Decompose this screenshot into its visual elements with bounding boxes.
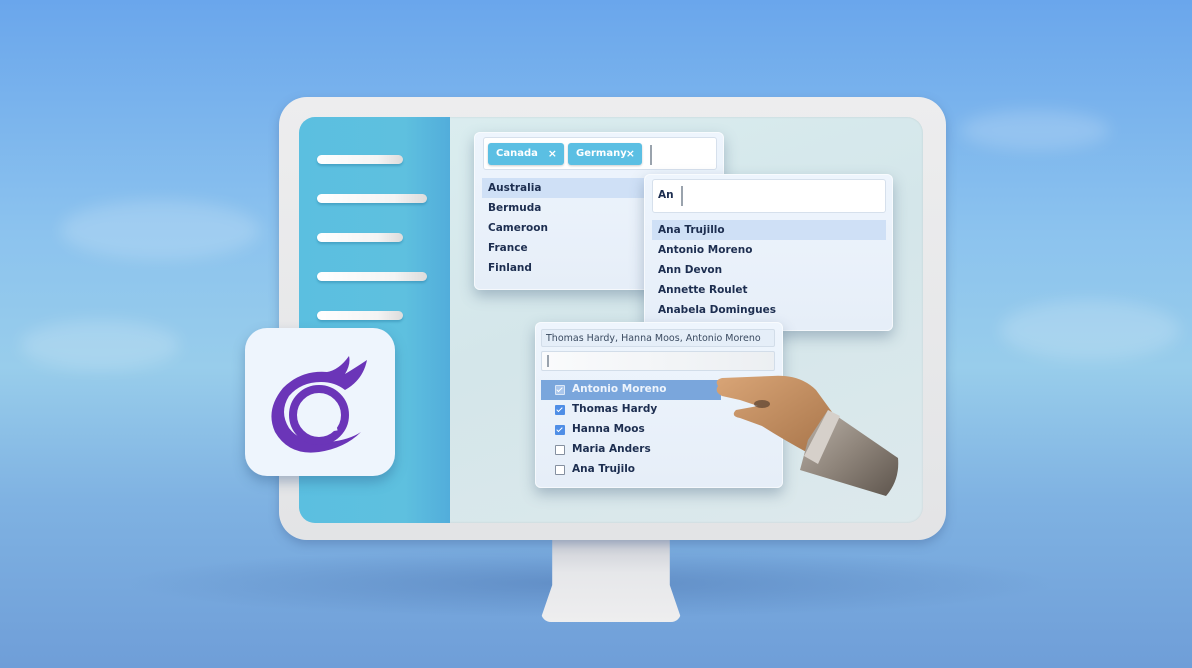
- autocomplete-input[interactable]: An: [652, 179, 886, 213]
- checkbox-unchecked-icon[interactable]: [555, 445, 565, 455]
- checkbox-option[interactable]: Antonio Moreno: [541, 380, 721, 400]
- sidebar-item[interactable]: [317, 194, 427, 203]
- checkbox-checked-icon[interactable]: [555, 405, 565, 415]
- checkbox-checked-icon[interactable]: [555, 385, 565, 395]
- autocomplete-option[interactable]: Ann Devon: [652, 260, 886, 280]
- selected-summary[interactable]: Thomas Hardy, Hanna Moos, Antonio Moreno: [541, 329, 775, 347]
- autocomplete-option[interactable]: Annette Roulet: [652, 280, 886, 300]
- chip-canada[interactable]: Canada ×: [488, 143, 564, 165]
- checkbox-checked-icon[interactable]: [555, 425, 565, 435]
- sidebar-item[interactable]: [317, 155, 403, 164]
- sidebar-item[interactable]: [317, 233, 403, 242]
- pointing-hand-icon: [716, 375, 899, 496]
- name-autocomplete: An Ana Trujillo Antonio Moreno Ann Devon…: [644, 174, 893, 331]
- chip-label: Canada: [496, 148, 538, 159]
- autocomplete-value: An: [658, 189, 674, 201]
- text-cursor: [650, 145, 652, 165]
- sidebar-item[interactable]: [317, 311, 403, 320]
- monitor-stand: [541, 540, 681, 622]
- filter-input[interactable]: [541, 351, 775, 371]
- cloud: [60, 200, 260, 260]
- cloud: [20, 320, 180, 370]
- autocomplete-option[interactable]: Ana Trujillo: [652, 220, 886, 240]
- text-cursor: [681, 186, 683, 206]
- cloud: [960, 110, 1110, 150]
- chip-input[interactable]: Canada × Germany ×: [483, 137, 717, 170]
- text-cursor: [547, 355, 549, 367]
- sidebar-item[interactable]: [317, 272, 427, 281]
- cloud: [1000, 300, 1180, 360]
- blazor-logo-icon: [271, 356, 367, 453]
- chip-label: Germany: [576, 148, 627, 159]
- chip-germany[interactable]: Germany ×: [568, 143, 642, 165]
- checkbox-unchecked-icon[interactable]: [555, 465, 565, 475]
- blazor-logo-card: [245, 328, 395, 476]
- autocomplete-option[interactable]: Anabela Domingues: [652, 300, 886, 320]
- remove-chip-icon[interactable]: ×: [548, 143, 557, 165]
- remove-chip-icon[interactable]: ×: [626, 143, 635, 165]
- autocomplete-option[interactable]: Antonio Moreno: [652, 240, 886, 260]
